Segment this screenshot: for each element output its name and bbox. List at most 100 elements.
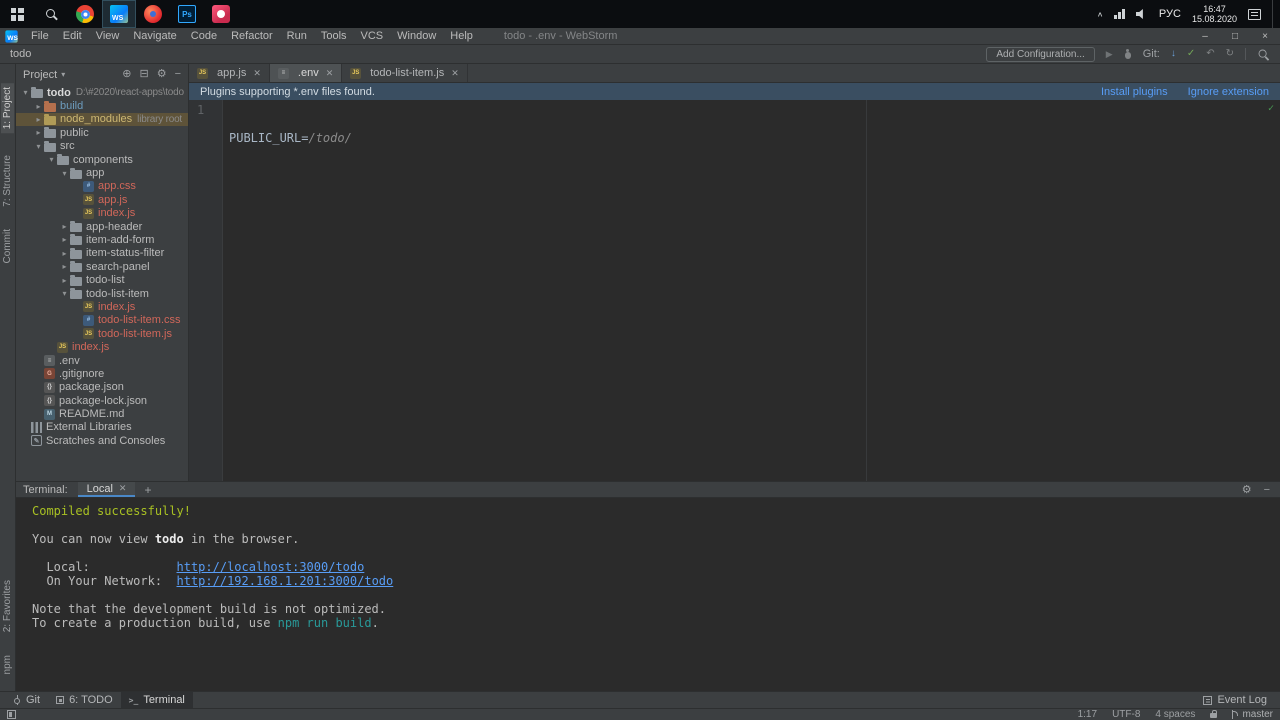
collapse-all-icon[interactable]: ⊟ bbox=[139, 69, 148, 80]
taskbar-app-browser[interactable] bbox=[68, 0, 102, 28]
tree-item-item-add-form[interactable]: ▸ item-add-form bbox=[16, 233, 188, 246]
editor[interactable]: 1 PUBLIC_URL=/todo/ ✓ bbox=[189, 100, 1280, 481]
editor-tab-env[interactable]: .env ✕ bbox=[269, 64, 343, 82]
editor-tab-todo-list-item-js[interactable]: todo-list-item.js ✕ bbox=[342, 64, 468, 82]
debug-icon[interactable] bbox=[1124, 49, 1132, 60]
tree-item-app[interactable]: ▾ app bbox=[16, 166, 188, 179]
menu-navigate[interactable]: Navigate bbox=[126, 30, 183, 42]
chevron-collapsed-icon[interactable]: ▸ bbox=[59, 249, 70, 258]
tree-item-todo-list-item-css[interactable]: todo-list-item.css bbox=[16, 314, 188, 327]
hide-panel-icon[interactable]: − bbox=[175, 69, 181, 80]
breadcrumb[interactable]: todo bbox=[10, 48, 31, 60]
menu-refactor[interactable]: Refactor bbox=[224, 30, 280, 42]
tree-item-item-status-filter[interactable]: ▸ item-status-filter bbox=[16, 247, 188, 260]
chevron-collapsed-icon[interactable]: ▸ bbox=[59, 222, 70, 231]
indent-style[interactable]: 4 spaces bbox=[1155, 709, 1195, 720]
menu-run[interactable]: Run bbox=[280, 30, 314, 42]
tree-item-index-js[interactable]: index.js bbox=[16, 300, 188, 313]
chevron-expanded-icon[interactable]: ▾ bbox=[33, 142, 44, 151]
new-terminal-session-button[interactable]: + bbox=[144, 483, 151, 497]
close-tab-icon[interactable]: ✕ bbox=[451, 68, 459, 79]
git-branch-indicator[interactable]: master bbox=[1232, 709, 1273, 720]
tree-item-gitignore[interactable]: .gitignore bbox=[16, 367, 188, 380]
network-icon[interactable] bbox=[1114, 9, 1125, 19]
tree-item-external-libraries[interactable]: External Libraries bbox=[16, 421, 188, 434]
action-center-icon[interactable] bbox=[1248, 8, 1261, 20]
taskbar-app-red[interactable] bbox=[136, 0, 170, 28]
ignore-extension-link[interactable]: Ignore extension bbox=[1188, 86, 1269, 98]
tree-item-package-json[interactable]: package.json bbox=[16, 381, 188, 394]
close-button[interactable]: × bbox=[1250, 28, 1280, 44]
minimize-button[interactable]: – bbox=[1190, 28, 1220, 44]
locate-file-icon[interactable]: ⊕ bbox=[122, 69, 131, 80]
search-everywhere-icon[interactable] bbox=[1258, 48, 1270, 60]
chevron-collapsed-icon[interactable]: ▸ bbox=[33, 128, 44, 137]
terminal-link[interactable]: http://192.168.1.201:3000/todo bbox=[177, 574, 394, 588]
tree-item-scratches-and-consoles[interactable]: Scratches and Consoles bbox=[16, 434, 188, 447]
tray-expand-icon[interactable]: ∧ bbox=[1097, 10, 1104, 19]
tree-item-build[interactable]: ▸ build bbox=[16, 99, 188, 112]
menu-vcs[interactable]: VCS bbox=[354, 30, 391, 42]
chevron-expanded-icon[interactable]: ▾ bbox=[59, 289, 70, 298]
start-button[interactable] bbox=[0, 0, 34, 28]
chevron-expanded-icon[interactable]: ▾ bbox=[46, 155, 57, 164]
terminal-output[interactable]: Compiled successfully! You can now view … bbox=[16, 498, 1280, 691]
tool-stripe-npm[interactable]: npm bbox=[2, 655, 13, 674]
tool-stripe-2-favorites[interactable]: 2: Favorites bbox=[2, 580, 13, 632]
menu-file[interactable]: File bbox=[24, 30, 56, 42]
taskbar-clock[interactable]: 16:47 15.08.2020 bbox=[1192, 4, 1237, 24]
run-icon[interactable]: ▶ bbox=[1106, 49, 1113, 59]
tree-item-index-js[interactable]: index.js bbox=[16, 340, 188, 353]
tree-item-src[interactable]: ▾ src bbox=[16, 140, 188, 153]
readonly-lock-icon[interactable] bbox=[1210, 710, 1218, 718]
close-tab-icon[interactable]: ✕ bbox=[326, 68, 334, 79]
tree-item-todo-list-item-js[interactable]: todo-list-item.js bbox=[16, 327, 188, 340]
tree-item-components[interactable]: ▾ components bbox=[16, 153, 188, 166]
git-rollback-icon[interactable]: ↶ bbox=[1206, 49, 1214, 59]
hide-terminal-icon[interactable]: − bbox=[1264, 484, 1270, 496]
tree-item-search-panel[interactable]: ▸ search-panel bbox=[16, 260, 188, 273]
tree-item-app-header[interactable]: ▸ app-header bbox=[16, 220, 188, 233]
tree-item-public[interactable]: ▸ public bbox=[16, 126, 188, 139]
tree-item-todo-list[interactable]: ▸ todo-list bbox=[16, 273, 188, 286]
tree-item-env[interactable]: .env bbox=[16, 354, 188, 367]
taskbar-app-pink[interactable] bbox=[204, 0, 238, 28]
tool-button-terminal[interactable]: Terminal bbox=[120, 692, 193, 708]
gear-icon[interactable]: ⚙ bbox=[157, 69, 167, 80]
menu-window[interactable]: Window bbox=[390, 30, 443, 42]
tool-button-todo[interactable]: 6: TODO bbox=[48, 692, 121, 708]
tool-button-event-log[interactable]: Event Log bbox=[1195, 692, 1275, 708]
tree-item-app-js[interactable]: app.js bbox=[16, 193, 188, 206]
tool-stripe-1-project[interactable]: 1: Project bbox=[1, 83, 14, 134]
tree-item-index-js[interactable]: index.js bbox=[16, 207, 188, 220]
chevron-collapsed-icon[interactable]: ▸ bbox=[33, 102, 44, 111]
close-tab-icon[interactable]: ✕ bbox=[253, 68, 261, 79]
inspections-ok-icon[interactable]: ✓ bbox=[1268, 102, 1274, 116]
language-indicator[interactable]: РУС bbox=[1159, 8, 1181, 20]
tool-button-git[interactable]: Git bbox=[5, 692, 48, 708]
tool-window-switcher-icon[interactable] bbox=[7, 710, 16, 719]
taskbar-app-webstorm[interactable] bbox=[102, 0, 136, 28]
chevron-collapsed-icon[interactable]: ▸ bbox=[33, 115, 44, 124]
volume-icon[interactable] bbox=[1135, 8, 1143, 20]
terminal-tab-local[interactable]: Local ✕ bbox=[77, 482, 136, 497]
menu-tools[interactable]: Tools bbox=[314, 30, 354, 42]
caret-position[interactable]: 1:17 bbox=[1078, 709, 1097, 720]
tree-item-todo-list-item[interactable]: ▾ todo-list-item bbox=[16, 287, 188, 300]
tree-item-node-modules[interactable]: ▸ node_modules library root bbox=[16, 112, 188, 127]
chevron-expanded-icon[interactable]: ▾ bbox=[20, 88, 31, 97]
project-view-selector[interactable]: Project bbox=[23, 69, 57, 81]
code-area[interactable]: PUBLIC_URL=/todo/ bbox=[223, 100, 352, 481]
taskbar-app-photoshop[interactable] bbox=[170, 0, 204, 28]
chevron-collapsed-icon[interactable]: ▸ bbox=[59, 276, 70, 285]
chevron-collapsed-icon[interactable]: ▸ bbox=[59, 262, 70, 271]
tool-stripe-commit[interactable]: Commit bbox=[2, 229, 13, 263]
git-commit-icon[interactable]: ✓ bbox=[1187, 49, 1195, 59]
menu-code[interactable]: Code bbox=[184, 30, 224, 42]
show-desktop-button[interactable] bbox=[1272, 0, 1276, 28]
git-history-icon[interactable]: ↻ bbox=[1226, 49, 1234, 59]
menu-edit[interactable]: Edit bbox=[56, 30, 89, 42]
tool-stripe-7-structure[interactable]: 7: Structure bbox=[2, 155, 13, 207]
menu-help[interactable]: Help bbox=[443, 30, 480, 42]
tree-item-readme-md[interactable]: README.md bbox=[16, 407, 188, 420]
